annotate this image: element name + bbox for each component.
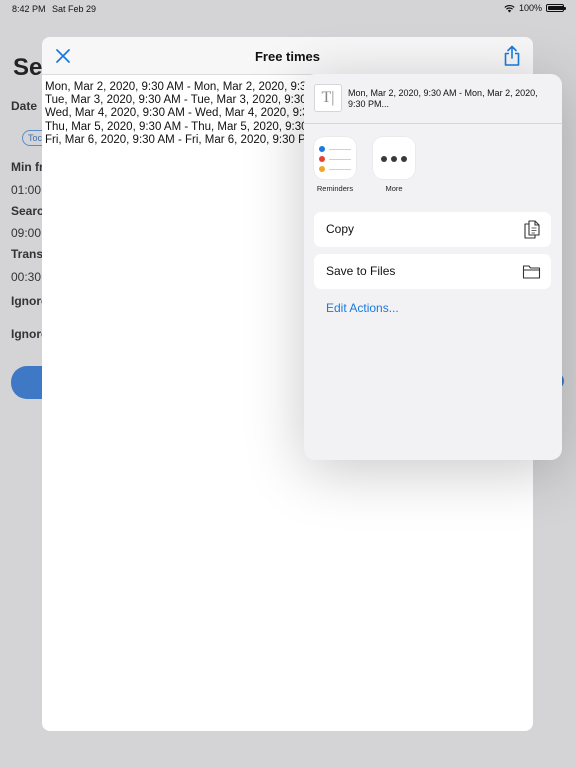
more-icon (373, 137, 415, 179)
share-app-label: More (385, 184, 403, 193)
battery-percent: 100% (518, 3, 542, 13)
background-title: Se (13, 54, 43, 81)
min-free-value: 01:00 (11, 183, 42, 197)
copy-action-label: Copy (326, 222, 355, 236)
date-label: Date (11, 99, 38, 113)
copy-action[interactable]: Copy (314, 212, 551, 247)
time-line: Fri, Mar 6, 2020, 9:30 AM - Fri, Mar 6, … (45, 133, 305, 146)
time-line: Tue, Mar 3, 2020, 9:30 AM - Tue, Mar 3, … (45, 94, 305, 107)
status-indicators: 100% (504, 3, 566, 13)
share-app-more[interactable]: More (373, 137, 415, 193)
status-time: 8:42 PM (12, 4, 46, 14)
search-label: Searc (11, 204, 44, 218)
transition-label: Trans (11, 247, 44, 261)
copy-icon (524, 220, 540, 239)
reminders-icon (314, 137, 356, 179)
save-to-files-label: Save to Files (326, 264, 396, 278)
search-value: 09:00 (11, 226, 42, 240)
min-free-label: Min fr (11, 160, 44, 174)
time-line: Wed, Mar 4, 2020, 9:30 AM - Wed, Mar 4, … (45, 107, 305, 120)
share-icon[interactable] (503, 45, 521, 67)
text-document-icon: T| (314, 84, 342, 112)
battery-icon (546, 4, 566, 12)
transition-value: 00:30 (11, 270, 42, 284)
sheet-nav-bar: Free times (42, 37, 533, 75)
share-preview-text: Mon, Mar 2, 2020, 9:30 AM - Mon, Mar 2, … (348, 88, 538, 109)
status-bar: 8:42 PM Sat Feb 29 100% (0, 0, 576, 18)
time-line: Mon, Mar 2, 2020, 9:30 AM - Mon, Mar 2, … (45, 81, 305, 93)
save-to-files-action[interactable]: Save to Files (314, 254, 551, 289)
time-line: Thu, Mar 5, 2020, 9:30 AM - Thu, Mar 5, … (45, 120, 305, 133)
share-preview: T| Mon, Mar 2, 2020, 9:30 AM - Mon, Mar … (304, 74, 562, 124)
edit-actions-link[interactable]: Edit Actions... (326, 301, 399, 315)
share-app-reminders[interactable]: Reminders (314, 137, 356, 193)
battery-fill (548, 6, 564, 10)
status-date: Sat Feb 29 (52, 4, 97, 14)
share-app-label: Reminders (316, 184, 354, 193)
free-times-text[interactable]: Mon, Mar 2, 2020, 9:30 AM - Mon, Mar 2, … (45, 81, 305, 147)
folder-icon (522, 265, 541, 279)
share-popover: T| Mon, Mar 2, 2020, 9:30 AM - Mon, Mar … (304, 74, 562, 460)
sheet-title: Free times (254, 49, 321, 64)
wifi-icon (504, 4, 515, 12)
